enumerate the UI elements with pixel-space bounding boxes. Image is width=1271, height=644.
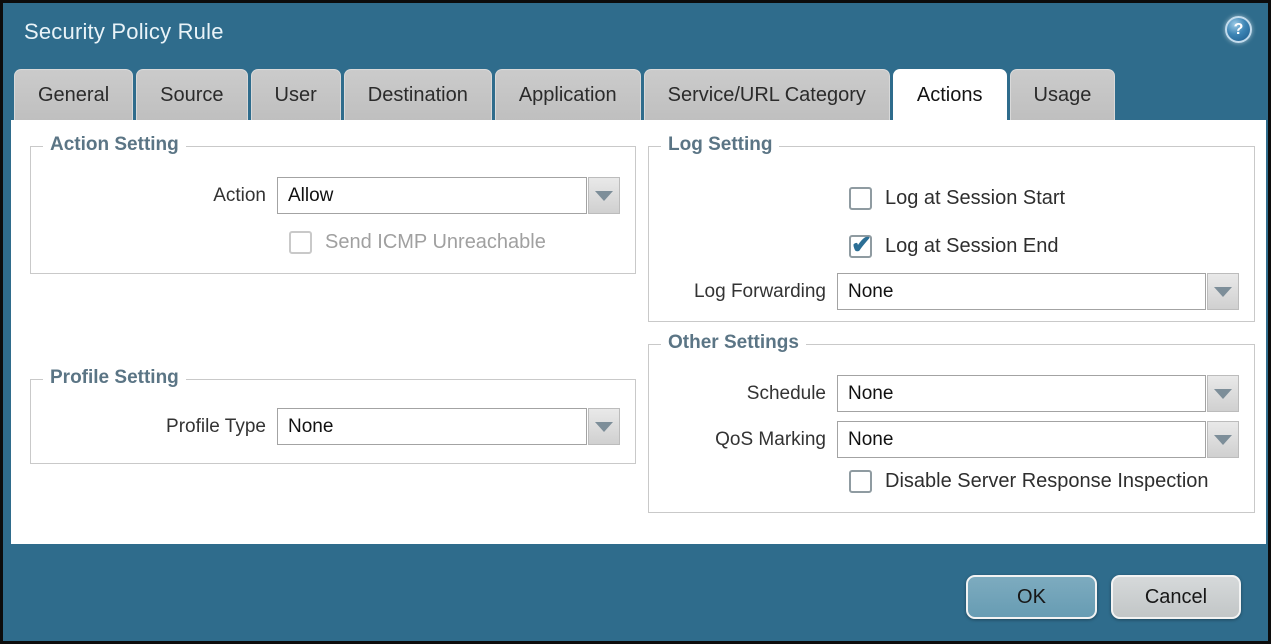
profile-setting-legend: Profile Setting	[43, 367, 186, 389]
schedule-select-value: None	[837, 375, 1206, 412]
log-at-session-start-checkbox[interactable]	[849, 187, 872, 210]
action-setting-legend: Action Setting	[43, 134, 186, 156]
action-select[interactable]: Allow	[277, 177, 620, 214]
log-setting-group: Log Setting Log at Session Start Log at …	[648, 146, 1255, 322]
schedule-row: Schedule None	[649, 375, 1239, 412]
tab-general[interactable]: General	[14, 69, 133, 120]
disable-server-response-inspection-checkbox-row[interactable]: Disable Server Response Inspection	[849, 470, 1209, 493]
qos-marking-row: QoS Marking None	[649, 421, 1239, 458]
tab-destination[interactable]: Destination	[344, 69, 492, 120]
action-label: Action	[31, 185, 277, 207]
schedule-select-button[interactable]	[1207, 375, 1239, 412]
qos-marking-select-value: None	[837, 421, 1206, 458]
schedule-select[interactable]: None	[837, 375, 1239, 412]
chevron-down-icon	[1214, 435, 1232, 445]
ok-button[interactable]: OK	[966, 575, 1097, 619]
profile-setting-group: Profile Setting Profile Type None	[30, 379, 636, 464]
disable-server-response-inspection-checkbox[interactable]	[849, 470, 872, 493]
dialog-title: Security Policy Rule	[24, 19, 224, 45]
log-forwarding-select-button[interactable]	[1207, 273, 1239, 310]
send-icmp-unreachable-label: Send ICMP Unreachable	[325, 231, 546, 254]
action-select-value: Allow	[277, 177, 587, 214]
title-bar: Security Policy Rule ?	[3, 3, 1268, 65]
tab-bar: General Source User Destination Applicat…	[11, 69, 1260, 120]
log-forwarding-row: Log Forwarding None	[649, 273, 1239, 310]
log-forwarding-select-value: None	[837, 273, 1206, 310]
log-at-session-start-label: Log at Session Start	[885, 187, 1065, 210]
log-forwarding-label: Log Forwarding	[649, 281, 837, 303]
tab-service-url-category[interactable]: Service/URL Category	[644, 69, 890, 120]
action-setting-group: Action Setting Action Allow Send ICMP Un…	[30, 146, 636, 274]
schedule-label: Schedule	[649, 383, 837, 405]
profile-type-row: Profile Type None	[31, 408, 620, 445]
qos-marking-label: QoS Marking	[649, 429, 837, 451]
log-forwarding-select[interactable]: None	[837, 273, 1239, 310]
profile-type-select-value: None	[277, 408, 587, 445]
tab-usage[interactable]: Usage	[1010, 69, 1116, 120]
log-at-session-end-checkbox-row[interactable]: Log at Session End	[849, 235, 1058, 258]
profile-type-label: Profile Type	[31, 416, 277, 438]
send-icmp-unreachable-checkbox	[289, 231, 312, 254]
profile-type-select-button[interactable]	[588, 408, 620, 445]
tab-actions[interactable]: Actions	[893, 69, 1007, 120]
qos-marking-select[interactable]: None	[837, 421, 1239, 458]
tab-user[interactable]: User	[251, 69, 341, 120]
tab-application[interactable]: Application	[495, 69, 641, 120]
action-select-button[interactable]	[588, 177, 620, 214]
tab-content-panel: Action Setting Action Allow Send ICMP Un…	[11, 120, 1266, 544]
other-settings-group: Other Settings Schedule None QoS Marking…	[648, 344, 1255, 513]
tab-source[interactable]: Source	[136, 69, 247, 120]
log-at-session-end-checkbox[interactable]	[849, 235, 872, 258]
log-at-session-start-checkbox-row[interactable]: Log at Session Start	[849, 187, 1065, 210]
log-at-session-end-label: Log at Session End	[885, 235, 1058, 258]
other-settings-legend: Other Settings	[661, 332, 806, 354]
chevron-down-icon	[595, 191, 613, 201]
disable-server-response-inspection-label: Disable Server Response Inspection	[885, 470, 1209, 493]
help-icon[interactable]: ?	[1225, 16, 1252, 43]
qos-marking-select-button[interactable]	[1207, 421, 1239, 458]
cancel-button[interactable]: Cancel	[1111, 575, 1241, 619]
chevron-down-icon	[1214, 287, 1232, 297]
send-icmp-unreachable-checkbox-row: Send ICMP Unreachable	[289, 231, 546, 254]
log-setting-legend: Log Setting	[661, 134, 779, 156]
chevron-down-icon	[595, 422, 613, 432]
action-row: Action Allow	[31, 177, 620, 214]
profile-type-select[interactable]: None	[277, 408, 620, 445]
security-policy-rule-dialog: Security Policy Rule ? General Source Us…	[0, 0, 1271, 644]
chevron-down-icon	[1214, 389, 1232, 399]
